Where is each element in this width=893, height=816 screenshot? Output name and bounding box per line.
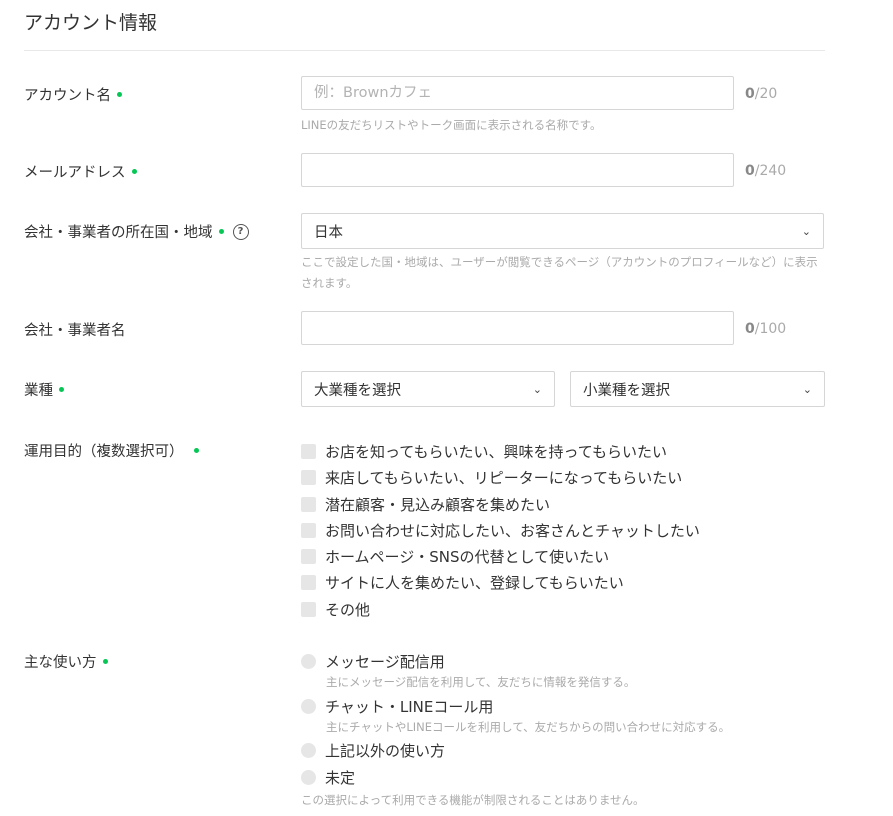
- usage-option-label: チャット・LINEコール用: [325, 698, 494, 716]
- account-name-input[interactable]: [301, 76, 734, 110]
- required-dot-icon: [59, 387, 64, 392]
- checkbox[interactable]: [301, 549, 316, 564]
- company-name-label-text: 会社・事業者名: [24, 323, 126, 339]
- usage-option-label: メッセージ配信用: [325, 653, 445, 671]
- country-select-value: 日本: [314, 224, 343, 241]
- checkbox[interactable]: [301, 444, 316, 459]
- purpose-option[interactable]: ホームページ・SNSの代替として使いたい: [301, 546, 609, 567]
- checkbox[interactable]: [301, 523, 316, 538]
- chevron-down-icon: ⌄: [801, 224, 811, 238]
- industry-label-text: 業種: [24, 383, 53, 399]
- purpose-label: 運用目的（複数選択可）: [24, 440, 199, 461]
- required-dot-icon: [131, 169, 137, 174]
- chevron-down-icon: ⌄: [532, 382, 542, 396]
- industry-minor-value: 小業種を選択: [583, 382, 670, 399]
- purpose-option-label: サイトに人を集めたい、登録してもらいたい: [325, 574, 624, 592]
- usage-option[interactable]: チャット・LINEコール用: [301, 696, 493, 717]
- section-title: アカウント情報: [24, 12, 158, 34]
- account-name-label: アカウント名: [24, 84, 122, 105]
- chevron-down-icon: ⌄: [802, 382, 812, 396]
- checkbox[interactable]: [301, 575, 316, 590]
- usage-option[interactable]: 上記以外の使い方: [301, 740, 445, 761]
- purpose-label-text: 運用目的（複数選択可）: [24, 444, 184, 460]
- usage-label-text: 主な使い方: [24, 655, 97, 671]
- required-dot-icon: [193, 448, 199, 453]
- required-dot-icon: [117, 92, 122, 97]
- purpose-option[interactable]: 潜在顧客・見込み顧客を集めたい: [301, 494, 550, 515]
- country-label-text: 会社・事業者の所在国・地域: [24, 225, 213, 241]
- industry-major-value: 大業種を選択: [314, 382, 401, 399]
- purpose-option-label: 潜在顧客・見込み顧客を集めたい: [325, 496, 551, 514]
- purpose-option[interactable]: サイトに人を集めたい、登録してもらいたい: [301, 572, 624, 593]
- email-count: 0: [745, 163, 755, 179]
- radio-button[interactable]: [301, 654, 316, 669]
- purpose-option-label: ホームページ・SNSの代替として使いたい: [325, 548, 610, 566]
- usage-option-desc: 主にメッセージ配信を利用して、友だちに情報を発信する。: [326, 675, 636, 689]
- usage-option-desc: 主にチャットやLINEコールを利用して、友だちからの問い合わせに対応する。: [326, 720, 731, 734]
- email-input[interactable]: [301, 153, 734, 187]
- email-max: /240: [754, 163, 787, 179]
- checkbox[interactable]: [301, 470, 316, 485]
- email-label-text: メールアドレス: [24, 165, 126, 181]
- section-divider: [24, 50, 825, 51]
- company-name-max: /100: [754, 321, 787, 337]
- purpose-option[interactable]: お店を知ってもらいたい、興味を持ってもらいたい: [301, 441, 667, 462]
- required-dot-icon: [102, 659, 108, 664]
- country-label: 会社・事業者の所在国・地域 ?: [24, 221, 249, 242]
- usage-option[interactable]: 未定: [301, 767, 355, 788]
- industry-major-select[interactable]: 大業種を選択 ⌄: [301, 371, 555, 407]
- country-select[interactable]: 日本 ⌄: [301, 213, 824, 249]
- purpose-option-label: お店を知ってもらいたい、興味を持ってもらいたい: [325, 443, 668, 461]
- purpose-option-label: 来店してもらいたい、リピーターになってもらいたい: [325, 469, 683, 487]
- country-hint: ここで設定した国・地域は、ユーザーが閲覧できるページ（アカウントのプロフィールな…: [301, 255, 818, 290]
- company-name-count: 0: [745, 321, 755, 337]
- required-dot-icon: [218, 229, 224, 234]
- purpose-option-label: お問い合わせに対応したい、お客さんとチャットしたい: [325, 522, 700, 540]
- usage-option-label: 未定: [325, 769, 356, 787]
- usage-option[interactable]: メッセージ配信用: [301, 651, 445, 672]
- email-label: メールアドレス: [24, 161, 137, 182]
- industry-minor-select[interactable]: 小業種を選択 ⌄: [570, 371, 825, 407]
- company-name-input[interactable]: [301, 311, 734, 345]
- checkbox[interactable]: [301, 602, 316, 617]
- purpose-option[interactable]: その他: [301, 599, 370, 620]
- checkbox[interactable]: [301, 497, 316, 512]
- purpose-option[interactable]: 来店してもらいたい、リピーターになってもらいたい: [301, 467, 682, 488]
- purpose-option-label: その他: [325, 601, 371, 619]
- usage-footnote: この選択によって利用できる機能が制限されることはありません。: [301, 793, 645, 807]
- email-counter: 0/240: [745, 163, 786, 179]
- usage-label: 主な使い方: [24, 651, 108, 672]
- account-name-label-text: アカウント名: [24, 88, 111, 104]
- usage-option-label: 上記以外の使い方: [325, 742, 446, 760]
- account-name-hint: LINEの友だちリストやトーク画面に表示される名称です。: [301, 118, 602, 132]
- radio-button[interactable]: [301, 770, 316, 785]
- account-name-max: /20: [754, 86, 778, 102]
- industry-label: 業種: [24, 379, 64, 400]
- purpose-option[interactable]: お問い合わせに対応したい、お客さんとチャットしたい: [301, 520, 700, 541]
- radio-button[interactable]: [301, 743, 316, 758]
- company-name-label: 会社・事業者名: [24, 319, 126, 340]
- question-circle-icon[interactable]: ?: [232, 223, 249, 240]
- company-name-counter: 0/100: [745, 321, 786, 337]
- radio-button[interactable]: [301, 699, 316, 714]
- account-name-count: 0: [745, 86, 755, 102]
- account-name-counter: 0/20: [745, 86, 777, 102]
